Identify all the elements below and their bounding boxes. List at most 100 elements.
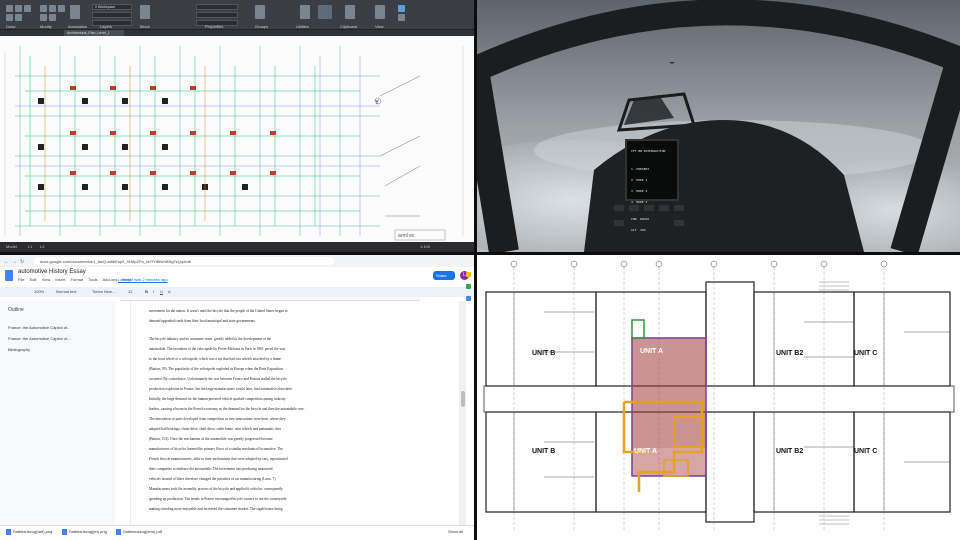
- font-size-select[interactable]: 12: [128, 289, 132, 294]
- doc-line: The bicycle industry and its consumer cr…: [149, 337, 272, 341]
- menu-tools[interactable]: Tools: [88, 277, 97, 282]
- font-select[interactable]: Times New...: [92, 289, 115, 294]
- layer-combo[interactable]: 0 Workspace: [92, 4, 132, 10]
- download-item[interactable]: Sattelauszug(tarf).png: [6, 529, 52, 537]
- trim-tool-icon[interactable]: [58, 5, 65, 12]
- calendar-icon[interactable]: [466, 296, 471, 301]
- unit-outlines: [485, 281, 951, 523]
- menu-edit[interactable]: Edit: [30, 277, 37, 282]
- floor-plan-svg: [483, 260, 955, 532]
- cad-grid-lines: [15, 46, 380, 236]
- mfd-line: 2 MODE 1: [631, 177, 648, 182]
- menu-file[interactable]: File: [18, 277, 24, 282]
- base-view-icon[interactable]: [318, 5, 332, 19]
- outline-item[interactable]: Bibliography: [8, 347, 30, 352]
- linetype-combo[interactable]: [196, 12, 238, 18]
- view-icon[interactable]: [375, 5, 385, 19]
- mirror-tool-icon[interactable]: [49, 14, 56, 21]
- docs-header: automotive History Essay File Edit View …: [0, 267, 474, 287]
- outline-item[interactable]: France: the Automotive Capitol of...: [8, 325, 70, 330]
- color-combo[interactable]: [196, 4, 238, 10]
- panel-label-groups: Groups: [255, 24, 269, 29]
- menu-format[interactable]: Format: [70, 277, 83, 282]
- cockpit-scene-svg: [474, 0, 960, 252]
- style-select[interactable]: Normal text: [56, 289, 76, 294]
- cad-blue-lines: [15, 56, 380, 236]
- document-title[interactable]: automotive History Essay: [18, 269, 86, 275]
- panel-label-clipboard: Clipboard: [340, 24, 358, 29]
- line-tool-icon[interactable]: [6, 5, 13, 12]
- menu-insert[interactable]: Insert: [55, 277, 65, 282]
- doc-line: vehicles instead of bikes therefore chan…: [149, 477, 277, 481]
- docs-logo-icon[interactable]: [5, 270, 13, 281]
- layer-combo-2[interactable]: [92, 12, 132, 18]
- mfd-line: ALT 450: [631, 228, 646, 233]
- url-input[interactable]: docs.google.com/document/d/1_8wQ-at8bEsp…: [34, 257, 334, 265]
- cad-drawing-canvas[interactable]: Y arml ec: [0, 36, 474, 242]
- doc-line: demand upgraded roads from their local m…: [149, 319, 256, 323]
- paste-icon[interactable]: [345, 5, 355, 19]
- circle-tool-icon[interactable]: [24, 5, 31, 12]
- keep-icon[interactable]: [466, 272, 471, 277]
- tasks-icon[interactable]: [466, 284, 471, 289]
- layer-combo-value: 0 Workspace: [95, 5, 116, 9]
- doc-line: adopted ball bearings, chain drive, shaf…: [149, 427, 282, 431]
- reload-icon[interactable]: ↻: [20, 259, 24, 265]
- show-all-button[interactable]: Show all: [448, 529, 463, 534]
- doc-line: French bicycle manufacturers, alike to t…: [149, 457, 288, 461]
- measure-icon[interactable]: [300, 5, 310, 19]
- group-icon[interactable]: [255, 5, 265, 19]
- insert-block-icon[interactable]: [140, 5, 150, 19]
- unit-label: UNIT B: [532, 350, 556, 357]
- arc-tool-icon[interactable]: [6, 14, 13, 21]
- stair-hatching: [819, 281, 849, 525]
- doc-line: speeding up production. The trends in Fr…: [149, 497, 287, 501]
- sharing-icon[interactable]: [398, 5, 405, 12]
- menu-addons[interactable]: Add-ons: [102, 277, 117, 282]
- plan-grid-bubbles: [510, 260, 888, 268]
- rectangle-tool-icon[interactable]: [15, 14, 22, 21]
- split-divider-vertical: [474, 0, 477, 540]
- unit-label: UNIT C: [854, 350, 878, 357]
- outline-item[interactable]: France: the Automotive Capitol of...: [8, 336, 70, 341]
- document-page[interactable]: investment for the nation. It wasn't unt…: [130, 301, 460, 525]
- document-outline: Outline France: the Automotive Capitol o…: [0, 301, 115, 525]
- share-button[interactable]: Share: [433, 271, 455, 280]
- download-item[interactable]: Sattelauszug(jet).png: [62, 529, 107, 537]
- doc-line: Manufacturers took the assembly process …: [149, 487, 283, 491]
- mfd-line: 3 MODE 2: [631, 188, 648, 193]
- scrollbar-thumb[interactable]: [461, 391, 465, 407]
- scrollbar[interactable]: [460, 301, 466, 525]
- doc-line: to the front wheel of a velocipede, whic…: [149, 357, 282, 361]
- italic-button[interactable]: I: [153, 289, 154, 294]
- status-layout-2[interactable]: L2: [40, 244, 44, 249]
- underline-button[interactable]: U: [160, 289, 163, 294]
- bold-button[interactable]: B: [145, 289, 148, 294]
- move-tool-icon[interactable]: [40, 5, 47, 12]
- doc-line: investment for the nation. It wasn't unt…: [149, 309, 288, 313]
- doc-line: making traveling more enjoyable and incr…: [149, 507, 283, 511]
- cad-left-dims: [4, 46, 464, 236]
- rotate-tool-icon[interactable]: [49, 5, 56, 12]
- doc-line: occurred. By coincidence, Unfortunately …: [149, 377, 287, 381]
- text-color-button[interactable]: A: [168, 289, 171, 294]
- doc-line: manufacturers of bicycles learned the pr…: [149, 447, 283, 451]
- forward-icon[interactable]: →: [12, 259, 17, 265]
- mfd-readout: IFF BN INTEROGATION 1 PRESENT 2 MODE 1 3…: [631, 143, 665, 240]
- panel-label-modify: Modify: [40, 24, 52, 29]
- copy-tool-icon[interactable]: [40, 14, 47, 21]
- polyline-tool-icon[interactable]: [15, 5, 22, 12]
- cad-application: 0 Workspace Draw Modify Annotation Layer…: [0, 0, 474, 252]
- settings-icon[interactable]: [398, 14, 405, 21]
- text-tool-icon[interactable]: [70, 5, 80, 19]
- download-item[interactable]: Sattelauszug(lem).pdf: [116, 529, 162, 537]
- zoom-select[interactable]: 100%: [34, 289, 44, 294]
- status-model-tab[interactable]: Model: [6, 244, 17, 249]
- mfd-line: 4 MODE 3: [631, 199, 648, 204]
- menu-view[interactable]: View: [42, 277, 51, 282]
- last-edit-link[interactable]: Last edit was 2 minutes ago: [118, 277, 168, 282]
- status-layout-1[interactable]: L1: [28, 244, 32, 249]
- back-icon[interactable]: ←: [4, 259, 9, 265]
- status-scale[interactable]: 1:100: [420, 244, 430, 249]
- panel-label-block: Block: [140, 24, 150, 29]
